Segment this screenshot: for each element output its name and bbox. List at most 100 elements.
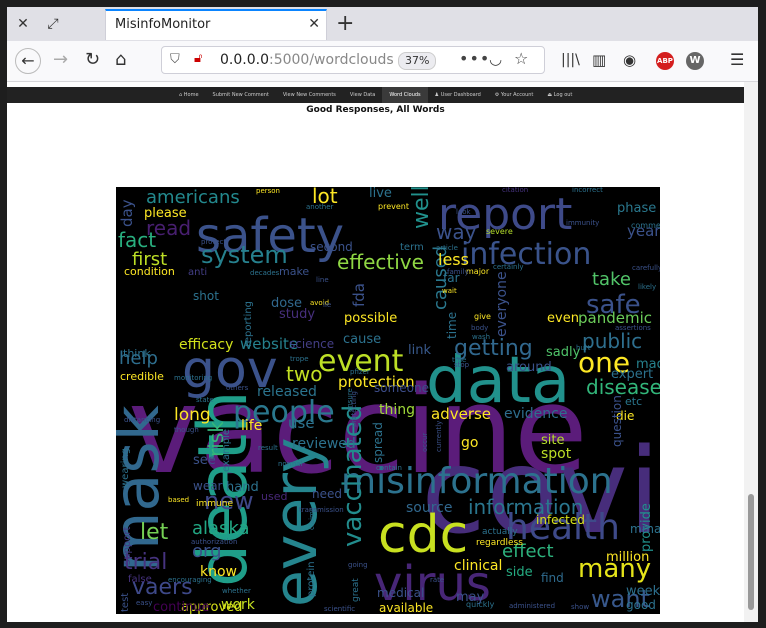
- cloud-word: think: [123, 347, 151, 360]
- cloud-word: immune: [196, 499, 233, 509]
- cloud-word: someone: [374, 381, 429, 395]
- site-nav-home[interactable]: ⌂ Home: [172, 87, 206, 103]
- sidebar-icon[interactable]: ▥: [592, 49, 606, 71]
- cloud-word: go: [461, 435, 478, 451]
- cloud-word: easy: [136, 599, 152, 607]
- cloud-word: distancing: [124, 416, 160, 424]
- scrollbar-thumb[interactable]: [748, 494, 754, 610]
- cloud-word: currently: [435, 421, 443, 452]
- active-tab[interactable]: MisinfoMonitor ✕: [105, 9, 327, 40]
- extension-w-icon[interactable]: W: [686, 52, 704, 70]
- cloud-word: normal: [278, 460, 303, 468]
- cloud-word: term: [400, 242, 424, 253]
- cloud-word: major: [466, 267, 490, 276]
- cloud-word: wait: [442, 287, 457, 295]
- url-bar[interactable]: ⛉ 🔓︎ 0.0.0.0:5000/wordclouds 37% ••• ◡ ☆: [161, 46, 545, 74]
- cloud-word: evidence: [504, 406, 567, 422]
- cloud-word: pfizer: [350, 368, 370, 376]
- cloud-word: carefully: [632, 264, 660, 272]
- adblock-plus-icon[interactable]: ABP: [656, 52, 674, 70]
- cloud-word: ensure: [346, 388, 354, 412]
- bookmark-star-icon[interactable]: ☆: [514, 49, 528, 68]
- cloud-word: make: [279, 265, 309, 278]
- cloud-word: occur: [421, 433, 429, 452]
- cloud-word: body: [471, 324, 488, 332]
- cloud-word: spread: [371, 422, 385, 463]
- resize-window-icon[interactable]: ⤢: [43, 14, 63, 34]
- tab-title: MisinfoMonitor: [115, 17, 211, 32]
- new-tab-button[interactable]: +: [336, 11, 354, 36]
- page-actions-icon[interactable]: •••: [459, 49, 490, 68]
- cloud-word: wear: [193, 479, 223, 493]
- site-nav-word-clouds[interactable]: Word Clouds: [382, 87, 428, 103]
- url-text[interactable]: 0.0.0.0:5000/wordclouds: [220, 52, 394, 68]
- forward-button[interactable]: →: [53, 49, 68, 71]
- cloud-word: encouraging: [168, 576, 212, 584]
- cloud-word: credible: [120, 370, 164, 383]
- word-cloud-image: vaccinecovidsafetyreportdatacdcdeathever…: [116, 187, 660, 614]
- cloud-word: medical: [377, 586, 424, 600]
- scrollbar[interactable]: [744, 82, 758, 622]
- cloud-word: efficacy: [179, 337, 233, 353]
- cloud-word: show: [571, 603, 589, 611]
- close-window-icon[interactable]: ✕: [13, 14, 33, 34]
- cloud-word: assertions: [615, 324, 651, 332]
- cloud-word: study: [279, 307, 315, 322]
- cloud-word: even: [547, 311, 579, 326]
- cloud-word: immunity: [566, 219, 599, 227]
- cloud-word: likely: [638, 283, 656, 291]
- site-nav-log-out[interactable]: ⏏ Log out: [540, 87, 579, 103]
- home-button[interactable]: ⌂: [115, 49, 126, 71]
- cloud-word: going: [348, 561, 368, 569]
- library-icon[interactable]: |||\: [561, 49, 580, 71]
- cloud-word: good: [626, 598, 656, 612]
- cloud-word: article: [436, 244, 458, 252]
- menu-icon[interactable]: ☰: [730, 49, 744, 71]
- insecure-lock-icon[interactable]: 🔓︎: [194, 51, 202, 66]
- cloud-word: transmission: [299, 506, 344, 514]
- cloud-word: condition: [124, 265, 175, 278]
- zoom-indicator[interactable]: 37%: [398, 52, 437, 70]
- cloud-word: look: [456, 208, 472, 216]
- cloud-word: monitoring: [174, 374, 212, 382]
- cloud-word: etc: [625, 395, 642, 408]
- account-icon[interactable]: ◉: [623, 49, 636, 71]
- reload-button[interactable]: ↻: [85, 49, 100, 71]
- cloud-word: day: [118, 199, 136, 227]
- cloud-word: example: [221, 429, 232, 472]
- cloud-word: anti: [188, 267, 207, 278]
- cloud-word: released: [257, 384, 317, 400]
- cloud-word: severe: [486, 227, 513, 236]
- url-path: :5000/wordclouds: [268, 52, 394, 68]
- site-nav-view-data[interactable]: View Data: [343, 87, 382, 103]
- cloud-word: less: [438, 250, 469, 269]
- cloud-word: others: [226, 384, 249, 392]
- cloud-word: see: [193, 453, 216, 468]
- pocket-icon[interactable]: ◡: [489, 50, 502, 68]
- cloud-word: protect: [201, 238, 226, 246]
- cloud-word: way: [436, 220, 477, 244]
- cloud-word: let: [140, 520, 169, 545]
- cloud-word: find: [541, 571, 564, 585]
- cloud-word: lie: [323, 301, 331, 309]
- cloud-word: expert: [611, 367, 653, 382]
- site-nav-user-dashboard[interactable]: ♟ User Dashboard: [428, 87, 488, 103]
- cloud-word: actually: [482, 527, 518, 537]
- cloud-word: science: [289, 337, 334, 351]
- cloud-word: give: [474, 312, 491, 321]
- site-nav-your-account[interactable]: ⚙ Your Account: [488, 87, 541, 103]
- cloud-word: result: [258, 444, 278, 452]
- cloud-word: based: [168, 496, 189, 504]
- cloud-word: possible: [344, 311, 397, 326]
- site-nav-view-new-comments[interactable]: View New Comments: [276, 87, 343, 103]
- back-button[interactable]: ←: [15, 48, 41, 74]
- tracking-shield-icon[interactable]: ⛉: [170, 52, 180, 67]
- tab-close-icon[interactable]: ✕: [308, 16, 320, 32]
- cloud-word: whether: [222, 587, 251, 595]
- site-nav-submit-new-comment[interactable]: Submit New Comment: [206, 87, 276, 103]
- cloud-word: reporting: [243, 301, 254, 347]
- page-content: ⌂ Home Submit New Comment View New Comment…: [7, 82, 758, 622]
- cloud-word: protein: [306, 561, 317, 597]
- cloud-word: everyone: [494, 271, 510, 337]
- cloud-word: state: [196, 396, 214, 404]
